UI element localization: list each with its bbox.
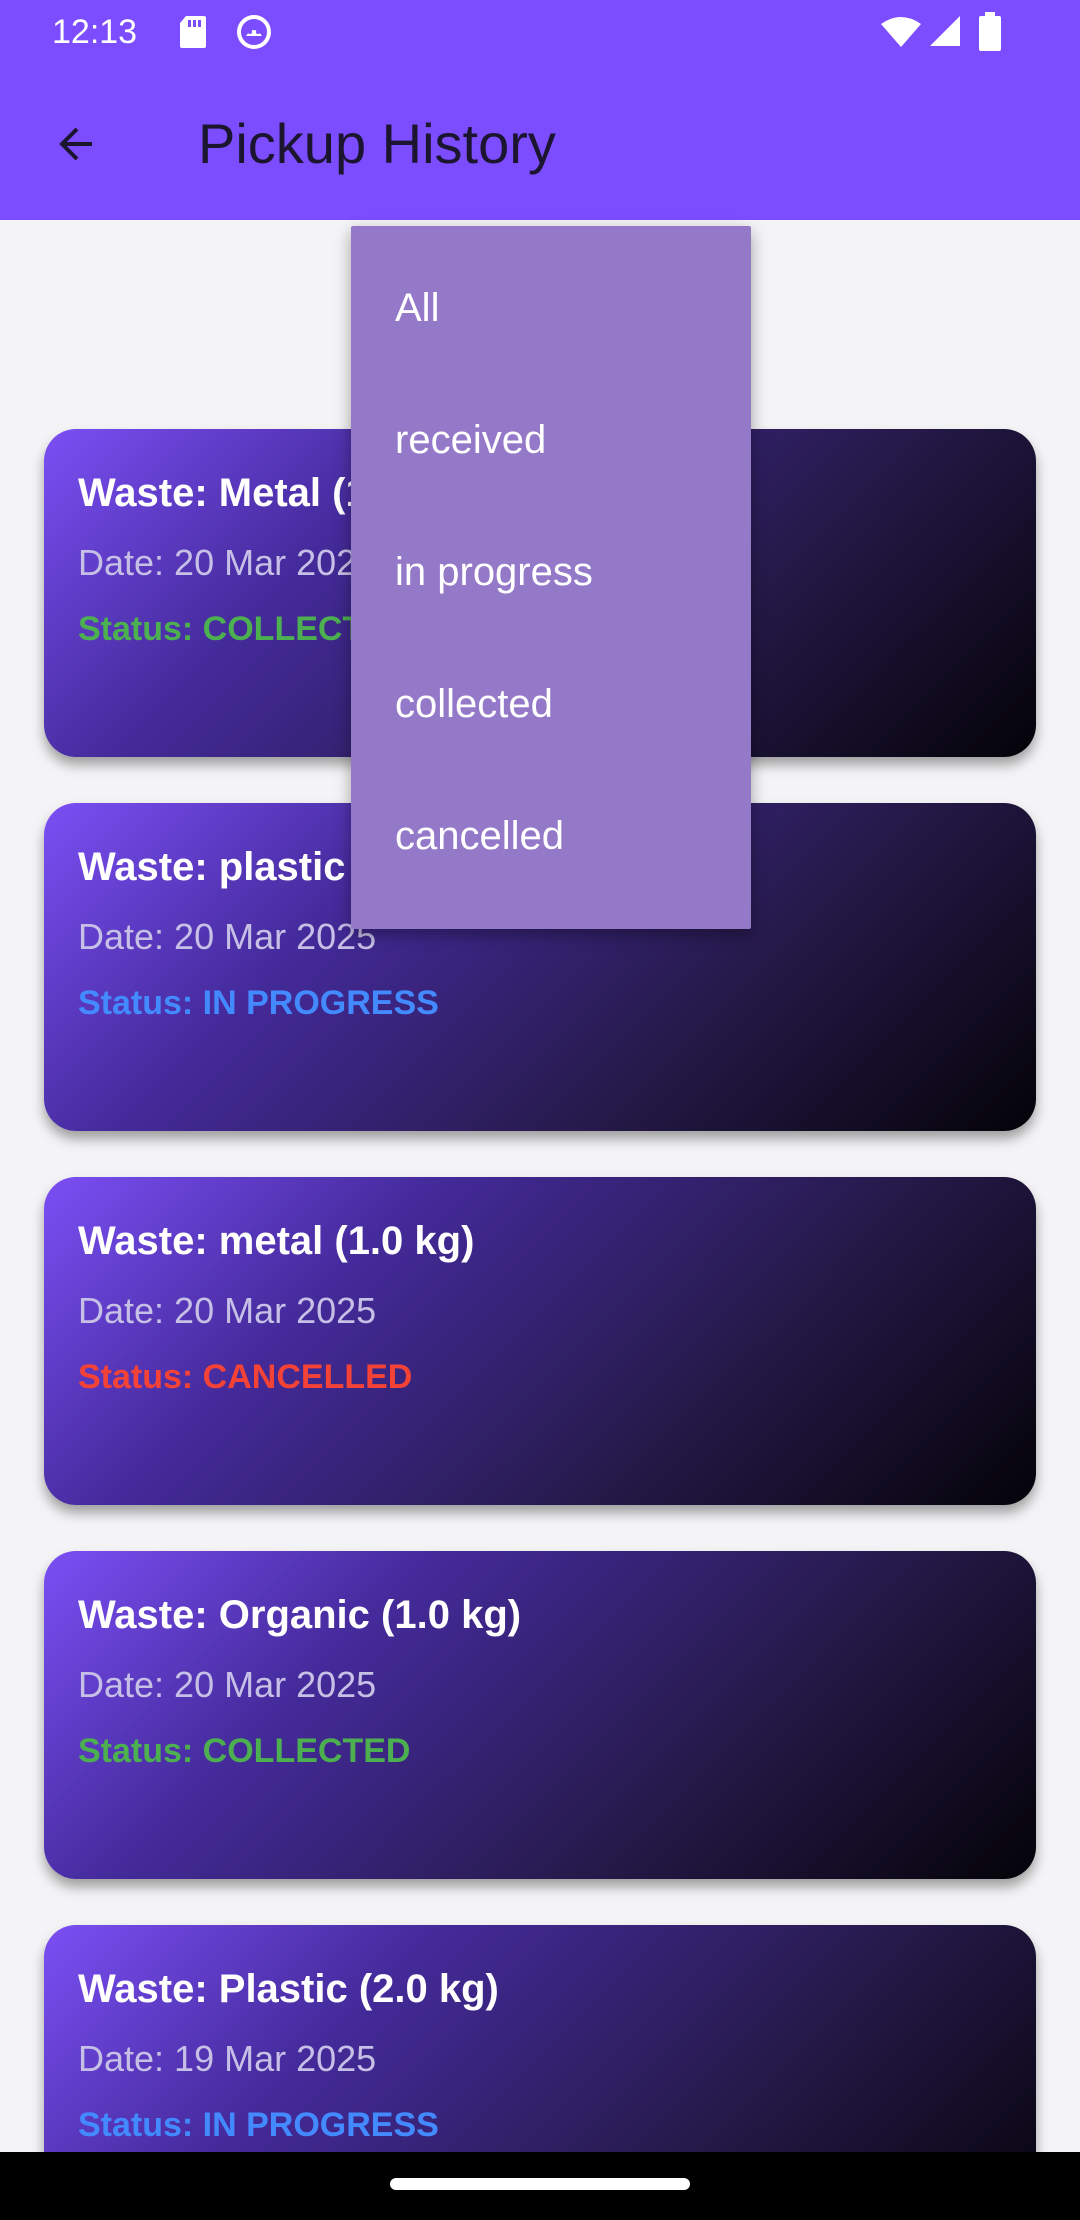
date-label: Date: 20 Mar 2025: [78, 1290, 377, 1331]
status-filter-dropdown: All received in progress collected cance…: [351, 226, 751, 929]
waste-label: Waste: Organic (1.0 kg): [78, 1593, 522, 1637]
dropdown-option-received[interactable]: received: [351, 374, 751, 506]
status-label: Status: CANCELLED: [78, 1358, 413, 1396]
dropdown-option-in-progress[interactable]: in progress: [351, 506, 751, 638]
back-button[interactable]: [36, 104, 116, 184]
status-bar: 12:13: [0, 0, 1080, 64]
android-debug-icon: [237, 15, 271, 49]
date-label: Date: 19 Mar 2025: [78, 2038, 377, 2079]
dropdown-option-collected[interactable]: collected: [351, 638, 751, 770]
pickup-history-screen: 12:13 Pickup History Waste: Metal (1.0 k…: [0, 0, 1080, 2220]
date-label: Date: 20 Mar 2025: [78, 1664, 377, 1705]
app-bar: Pickup History: [0, 64, 1080, 220]
home-gesture-handle[interactable]: [390, 2178, 690, 2190]
waste-label: Waste: Plastic (2.0 kg): [78, 1967, 499, 2011]
status-time: 12:13: [52, 13, 138, 51]
arrow-back-icon: [59, 127, 92, 161]
navigation-bar: [0, 2152, 1080, 2220]
sd-card-icon: [180, 16, 206, 48]
status-label: Status: IN PROGRESS: [78, 2106, 439, 2144]
status-label: Status: IN PROGRESS: [78, 984, 439, 1022]
battery-icon: [979, 12, 1001, 51]
pickup-card[interactable]: Waste: metal (1.0 kg) Date: 20 Mar 2025 …: [44, 1177, 1036, 1505]
wifi-icon: [881, 17, 921, 47]
dropdown-option-all[interactable]: All: [351, 242, 751, 374]
signal-icon: [930, 16, 960, 46]
page-title: Pickup History: [198, 112, 556, 175]
dropdown-option-cancelled[interactable]: cancelled: [351, 770, 751, 902]
waste-label: Waste: metal (1.0 kg): [78, 1219, 475, 1263]
status-label: Status: COLLECTED: [78, 1732, 411, 1770]
pickup-card[interactable]: Waste: Organic (1.0 kg) Date: 20 Mar 202…: [44, 1551, 1036, 1879]
